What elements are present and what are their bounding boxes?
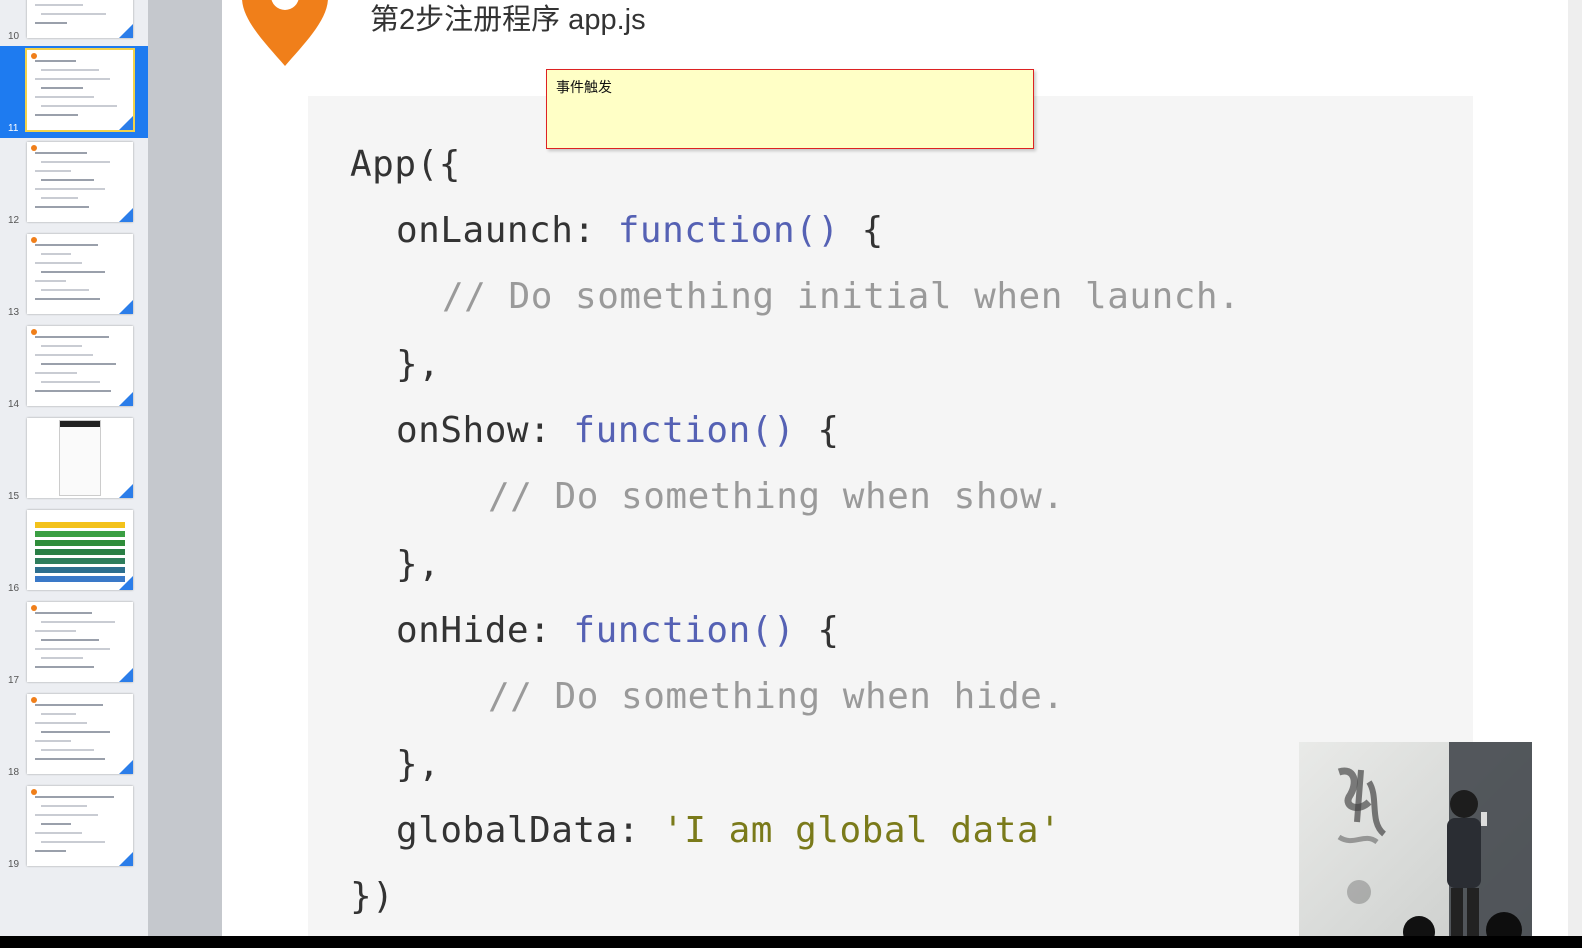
code-line: globalData: 'I am global data'	[396, 810, 1062, 851]
comment-note-text: 事件触发	[556, 80, 612, 96]
code-line: },	[396, 544, 441, 585]
thumbnail-corner-marker	[119, 852, 133, 866]
slide-thumbnail[interactable]: 16	[0, 506, 148, 598]
slide-preview	[27, 326, 133, 406]
thumbnail-corner-marker	[119, 484, 133, 498]
slide-thumbnail[interactable]: 14	[0, 322, 148, 414]
slide-number: 19	[8, 859, 20, 870]
vertical-scrollbar[interactable]	[1568, 0, 1582, 936]
thumbnail-corner-marker	[119, 24, 133, 38]
thumbnail-corner-marker	[119, 668, 133, 682]
panel-divider	[148, 0, 222, 936]
thumbnail-corner-marker	[119, 392, 133, 406]
slide-number: 11	[8, 123, 19, 134]
code-line: App({	[350, 144, 461, 185]
slide-preview	[27, 510, 133, 590]
slide-preview	[27, 786, 133, 866]
code-line: onLaunch: function() {	[396, 210, 884, 251]
slide-thumbnail[interactable]: 13	[0, 230, 148, 322]
code-line: onShow: function() {	[396, 410, 840, 451]
presenter-video	[1299, 742, 1532, 936]
window-bottom-edge	[0, 936, 1582, 948]
code-line: },	[396, 744, 441, 785]
code-line: onHide: function() {	[396, 610, 840, 651]
slide-number: 17	[8, 675, 20, 686]
slide-preview	[25, 48, 135, 132]
thumbnail-corner-marker	[119, 300, 133, 314]
thumbnail-corner-marker	[119, 208, 133, 222]
slide-thumbnail[interactable]: 10	[0, 0, 148, 46]
slide-number: 14	[8, 399, 20, 410]
slide-preview	[27, 142, 133, 222]
slide-thumbnail[interactable]: 12	[0, 138, 148, 230]
slide-thumbnail[interactable]: 18	[0, 690, 148, 782]
thumbnail-corner-marker	[119, 760, 133, 774]
code-line: // Do something initial when launch.	[442, 276, 1241, 317]
slide-preview	[27, 234, 133, 314]
presenter-video-image	[1337, 742, 1532, 936]
slide-number: 10	[8, 31, 20, 42]
slide-number: 15	[8, 491, 20, 502]
comment-note[interactable]: 事件触发	[546, 69, 1034, 149]
slide-preview	[27, 0, 133, 38]
thumbnail-corner-marker	[119, 576, 133, 590]
slide-preview	[27, 694, 133, 774]
slide-thumbnail-panel: 10 11 12 13 14 15 16 17 18 19	[0, 0, 148, 936]
slide-number: 13	[8, 307, 20, 318]
slide-thumbnail[interactable]: 17	[0, 598, 148, 690]
slide-number: 12	[8, 215, 20, 226]
slide-preview	[27, 418, 133, 498]
code-line: // Do something when hide.	[488, 676, 1065, 717]
location-pin-icon	[242, 0, 328, 66]
slide-title: 第2步注册程序 app.js	[370, 4, 646, 36]
slide-thumbnail[interactable]: 11	[0, 46, 148, 138]
code-line: })	[350, 876, 395, 917]
code-line: },	[396, 344, 441, 385]
slide-thumbnail[interactable]: 19	[0, 782, 148, 874]
slide-preview	[27, 602, 133, 682]
slide-number: 18	[8, 767, 20, 778]
slide-thumbnail[interactable]: 15	[0, 414, 148, 506]
thumbnail-corner-marker	[119, 116, 133, 130]
slide-number: 16	[8, 583, 20, 594]
code-line: // Do something when show.	[488, 476, 1065, 517]
